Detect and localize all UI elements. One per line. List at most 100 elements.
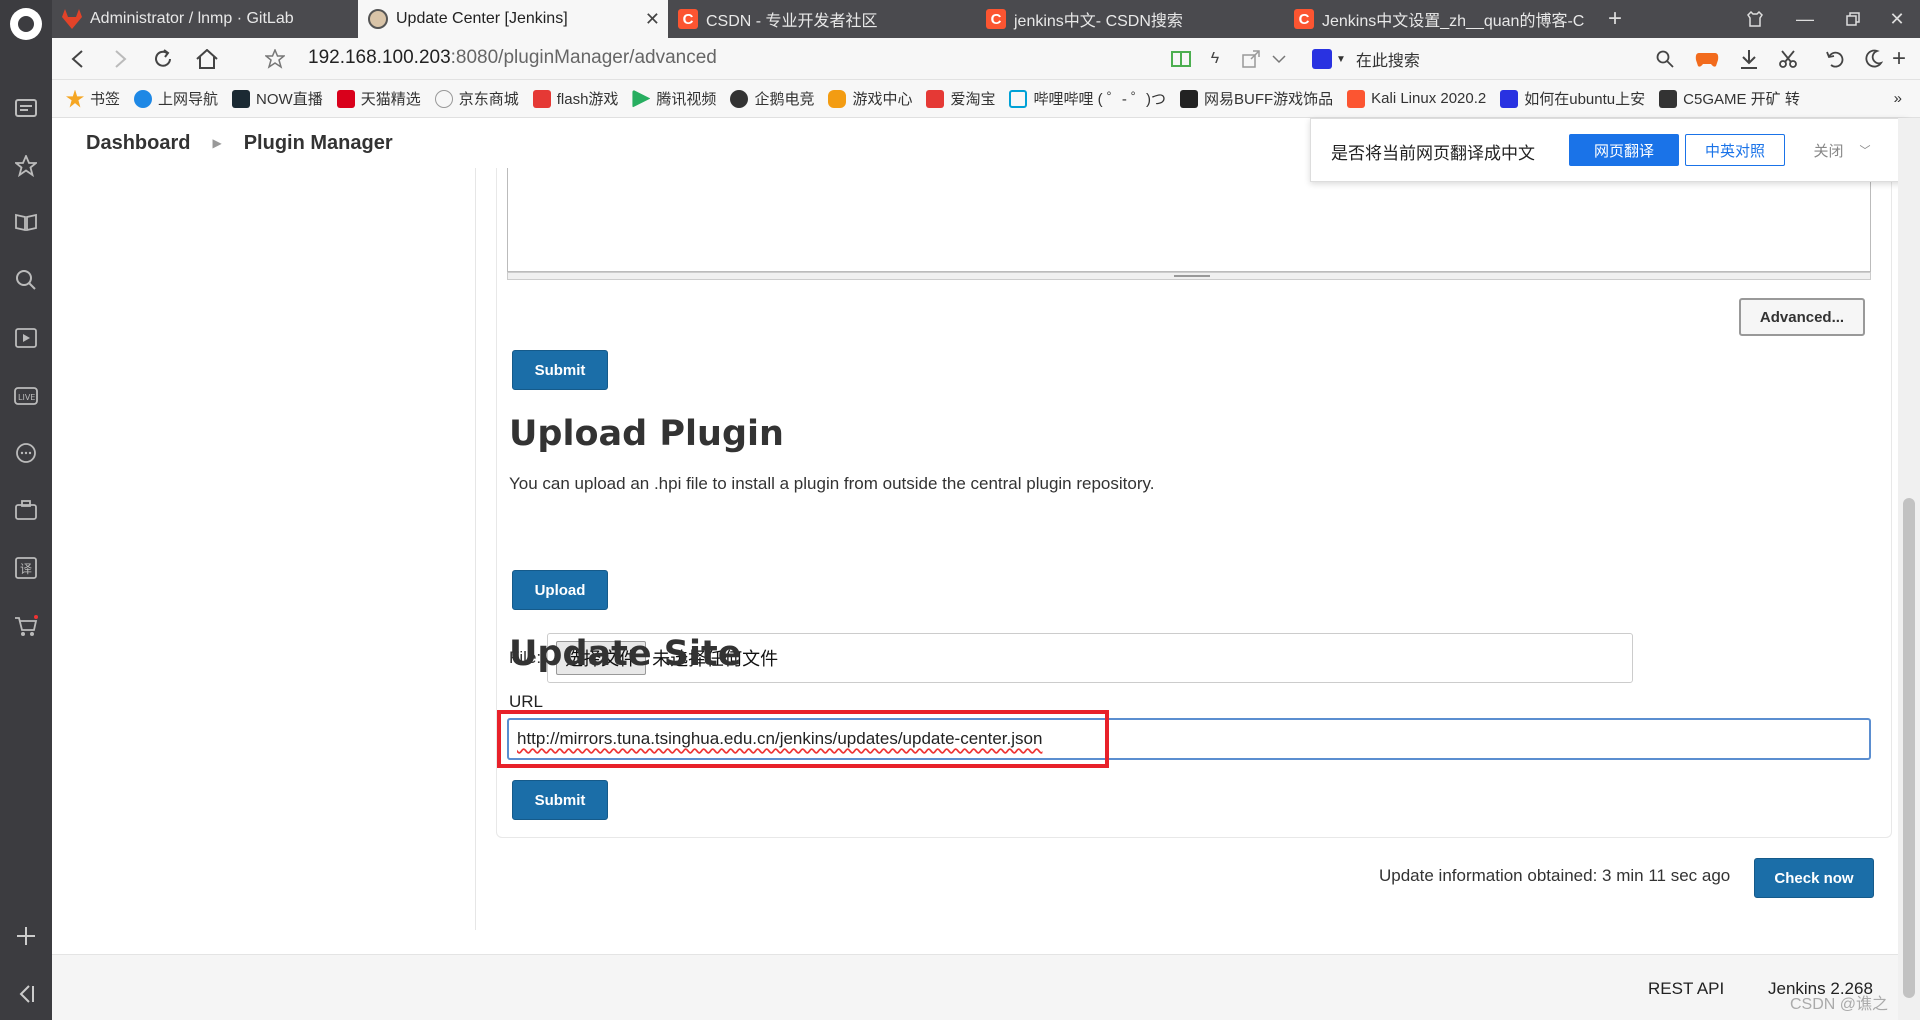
collapse-sidebar-icon[interactable] [12,980,40,1008]
scrollbar-thumb[interactable] [1903,498,1915,998]
tab-jenkins[interactable]: Update Center [Jenkins] ✕ [358,0,668,38]
minimize-icon[interactable]: — [1782,0,1828,38]
bookmark-item[interactable]: Kali Linux 2020.2 [1347,89,1487,108]
translate-popup: 是否将当前网页翻译成中文 网页翻译 中英对照 关闭 ﹀ [1310,118,1908,182]
tab-csdn-search[interactable]: C jenkins中文- CSDN搜索 [976,0,1284,38]
scrollbar[interactable] [1898,118,1920,1020]
flash-icon [532,89,551,108]
update-site-submit-button[interactable]: Submit [512,780,608,820]
share-icon[interactable] [1238,46,1264,72]
translate-page-button[interactable]: 网页翻译 [1569,134,1679,166]
more-bookmarks-icon[interactable]: » [1894,90,1902,107]
add-icon[interactable] [12,922,40,950]
briefcase-icon[interactable] [12,496,40,524]
restore-icon[interactable] [1830,0,1876,38]
bookmark-label: 京东商城 [458,91,519,108]
update-site-title: Update Site [509,634,742,674]
translate-icon[interactable]: 译 [12,554,40,582]
textarea-field[interactable] [507,168,1871,272]
bilingual-button[interactable]: 中英对照 [1685,134,1785,166]
night-mode-icon[interactable] [1860,46,1886,72]
translate-question: 是否将当前网页翻译成中文 [1331,144,1535,163]
cart-icon[interactable] [12,612,40,640]
csdn-icon: C [986,9,1006,29]
bookmark-item[interactable]: 游戏中心 [828,88,912,109]
tab-csdn-blog[interactable]: C Jenkins中文设置_zh__quan的博客-C [1284,0,1584,38]
browser-sidebar: LIVE 译 [0,0,52,1020]
rest-api-link[interactable]: REST API [1648,979,1724,999]
breadcrumb-plugin-manager[interactable]: Plugin Manager [244,132,393,155]
bookmark-label: 企鹅电竞 [754,91,815,108]
star-icon[interactable] [12,152,40,180]
check-now-button[interactable]: Check now [1754,858,1874,898]
download-icon[interactable] [1736,46,1762,72]
skin-icon[interactable] [1732,0,1778,38]
chevron-right-icon: ▶ [212,136,222,150]
bookmark-label: Kali Linux 2020.2 [1371,90,1487,107]
buff-icon [1179,89,1198,108]
book-icon[interactable] [12,208,40,236]
baidu-icon [1500,89,1519,108]
browser-logo-icon[interactable] [10,8,42,40]
bookmark-item[interactable]: C5GAME 开矿 转 [1659,88,1800,109]
bookmark-item[interactable]: 上网导航 [134,88,218,109]
address-bar: 192.168.100.203:8080/pluginManager/advan… [52,38,1920,80]
forward-icon[interactable] [108,46,134,72]
tab-title: Jenkins中文设置_zh__quan的博客-C [1322,13,1584,30]
submit-button[interactable]: Submit [512,350,608,390]
bookmark-item[interactable]: 天猫精选 [336,88,421,109]
reload-icon[interactable] [150,46,176,72]
close-icon[interactable]: ✕ [645,9,660,30]
bookmark-item[interactable]: 爱淘宝 [926,88,995,109]
bookmark-item[interactable]: 网易BUFF游戏饰品 [1179,88,1333,109]
advanced-button[interactable]: Advanced... [1739,298,1865,336]
gamepad-icon [828,89,847,108]
lightning-icon[interactable]: ϟ [1202,46,1228,72]
bookmark-item[interactable]: 企鹅电竞 [730,88,814,109]
url-field[interactable]: 192.168.100.203:8080/pluginManager/advan… [308,47,717,69]
scissors-icon[interactable] [1776,46,1802,72]
video-icon[interactable] [12,324,40,352]
taobao-icon [926,89,945,108]
bookmark-item[interactable]: flash游戏 [532,88,618,109]
close-window-icon[interactable]: ✕ [1874,0,1920,38]
reading-list-icon[interactable] [12,94,40,122]
upload-button[interactable]: Upload [512,570,608,610]
bookmark-item[interactable]: NOW直播 [232,88,323,109]
bookmark-item[interactable]: 腾讯视频 [632,88,716,109]
url-path: :8080/pluginManager/advanced [450,47,717,68]
jenkins-page: Dashboard ▶ Plugin Manager Advanced... S… [52,118,1898,1020]
back-icon[interactable] [64,46,90,72]
upload-plugin-title: Upload Plugin [509,414,784,454]
upload-description: You can upload an .hpi file to install a… [509,474,1155,493]
live-icon[interactable]: LIVE [12,382,40,410]
search-field[interactable]: ▼ 在此搜索 [1312,45,1612,73]
chevron-down-icon[interactable] [1266,46,1292,72]
search-icon[interactable] [1652,46,1678,72]
chevron-down-icon[interactable]: ﹀ [1860,142,1871,158]
new-tab-icon[interactable]: + [1592,0,1638,38]
undo-icon[interactable] [1822,46,1848,72]
bookmark-item[interactable]: 哔哩哔哩 ( ゜- ゜)つ [1009,88,1166,109]
bookmark-item[interactable]: 京东商城 [434,88,519,109]
search-icon[interactable] [12,266,40,294]
bookmark-star-icon[interactable] [262,46,288,72]
globe-icon [434,89,453,108]
bookmark-item[interactable]: 书签 [66,88,120,109]
baidu-icon[interactable] [1312,49,1332,69]
tab-csdn[interactable]: C CSDN - 专业开发者社区 [668,0,976,38]
plus-icon[interactable]: + [1886,45,1912,72]
gamepad-icon[interactable] [1694,46,1720,72]
resize-handle[interactable] [507,272,1871,280]
breadcrumb-dashboard[interactable]: Dashboard [86,132,190,155]
search-engine-chevron-icon[interactable]: ▼ [1336,54,1346,65]
home-icon[interactable] [194,46,220,72]
ie-icon [134,89,153,108]
watermark: CSDN @谯之 [1790,996,1889,1013]
reader-mode-icon[interactable] [1168,46,1194,72]
chat-icon[interactable] [12,440,40,468]
bookmark-item[interactable]: 如何在ubuntu上安 [1500,88,1645,109]
tab-gitlab[interactable]: Administrator / lnmp · GitLab [52,0,358,38]
close-translate-button[interactable]: 关闭 ﹀ [1797,134,1887,166]
tab-title: CSDN - 专业开发者社区 [706,13,878,30]
